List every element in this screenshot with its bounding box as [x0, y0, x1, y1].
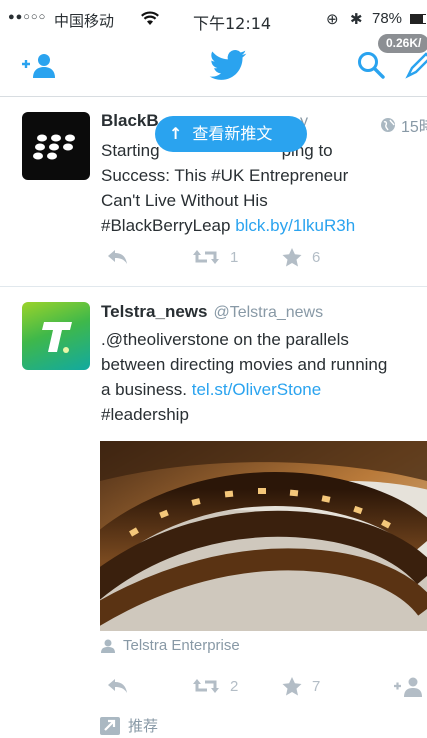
reply-icon	[108, 679, 127, 693]
text-line: a business.	[101, 380, 192, 399]
handle-text: @Telstra_news	[213, 304, 324, 321]
tweet-divider	[0, 286, 427, 287]
hashtag[interactable]: #leadership	[101, 402, 427, 427]
media-attribution[interactable]: Telstra Enterprise	[100, 637, 240, 654]
tweet-actions: 1 6	[100, 248, 427, 274]
compose-icon[interactable]	[404, 50, 427, 80]
arrow-up-icon: ↑	[169, 124, 183, 143]
tweet-actions: 2 7	[100, 677, 427, 703]
globe-icon	[381, 118, 395, 132]
battery-percentage: 78%	[372, 10, 403, 27]
promoted-text: 推荐	[128, 717, 159, 735]
favorite-count: 7	[312, 678, 321, 695]
author-name-text: BlackB	[101, 111, 159, 130]
battery-icon	[410, 14, 426, 24]
favorite-button[interactable]: 6	[282, 248, 320, 267]
text-line: Can't Live Without His	[101, 191, 268, 210]
retweet-icon	[193, 250, 219, 264]
retweet-icon	[193, 679, 219, 693]
top-nav-bar: 0.26K/	[0, 34, 427, 97]
reply-button[interactable]	[106, 677, 138, 695]
user-icon	[101, 639, 115, 653]
telstra-logo	[42, 322, 72, 353]
text-line: between directing movies and running	[101, 355, 388, 374]
follow-button[interactable]	[393, 677, 427, 697]
retweet-count: 2	[230, 677, 239, 695]
tweet-link[interactable]: blck.by/1lkuR3h	[235, 216, 355, 235]
rotation-lock-icon: ⊕	[326, 11, 339, 28]
status-bar: ●●○○○ 中国移动 下午12:14 ⊕ ✱ 78%	[0, 0, 427, 38]
bluetooth-icon: ✱	[350, 11, 363, 28]
promoted-label[interactable]: 推荐	[100, 715, 158, 736]
carrier-name: 中国移动	[54, 12, 115, 30]
text-line: Success: This #UK Entrepreneur	[101, 166, 349, 185]
promoted-icon	[100, 716, 120, 735]
reply-button[interactable]	[106, 248, 138, 266]
favorite-count: 6	[312, 249, 321, 266]
new-tweets-button[interactable]: ↑ 查看新推文	[155, 116, 307, 152]
favorite-button[interactable]: 7	[282, 677, 320, 696]
hashtag[interactable]: #BlackBerryLeap	[101, 216, 235, 235]
tweet-link[interactable]: tel.st/OliverStone	[192, 380, 321, 399]
new-tweets-label: 查看新推文	[192, 124, 273, 143]
text-line: Starting	[101, 141, 160, 160]
attribution-text: Telstra Enterprise	[123, 637, 240, 654]
blackberry-logo	[33, 134, 75, 160]
clock: 下午12:14	[193, 14, 272, 33]
retweet-button[interactable]: 2	[192, 677, 238, 695]
tweet-author-name[interactable]: BlackB	[101, 111, 159, 131]
retweet-count: 1	[230, 248, 239, 266]
retweet-button[interactable]: 1	[192, 248, 238, 266]
time-text: 15時	[401, 119, 427, 136]
tweet-timestamp: 15時	[380, 113, 427, 137]
star-icon	[282, 677, 302, 696]
signal-strength: ●●○○○	[8, 11, 47, 23]
tweet-author-name[interactable]: Telstra_news @Telstra_news	[101, 302, 323, 322]
twitter-bird-logo[interactable]	[208, 46, 248, 86]
wifi-icon	[141, 11, 159, 25]
tweet-text: .@theoliverstone on the parallels betwee…	[101, 327, 427, 427]
avatar-telstra[interactable]	[22, 302, 90, 370]
follow-icon	[394, 677, 422, 697]
star-icon	[282, 248, 302, 267]
avatar-blackberry[interactable]	[22, 112, 90, 180]
search-icon[interactable]	[356, 50, 386, 80]
tweet-text: Starting ping to Success: This #UK Entrep…	[101, 138, 427, 238]
tweet-media-image[interactable]	[100, 441, 427, 631]
film-reel-image	[100, 441, 427, 631]
add-user-icon[interactable]	[20, 52, 60, 80]
text-line: .@theoliverstone on the parallels	[101, 330, 349, 349]
author-name-text: Telstra_news	[101, 302, 208, 321]
reply-icon	[108, 250, 127, 264]
network-speed-badge: 0.26K/	[378, 34, 427, 53]
